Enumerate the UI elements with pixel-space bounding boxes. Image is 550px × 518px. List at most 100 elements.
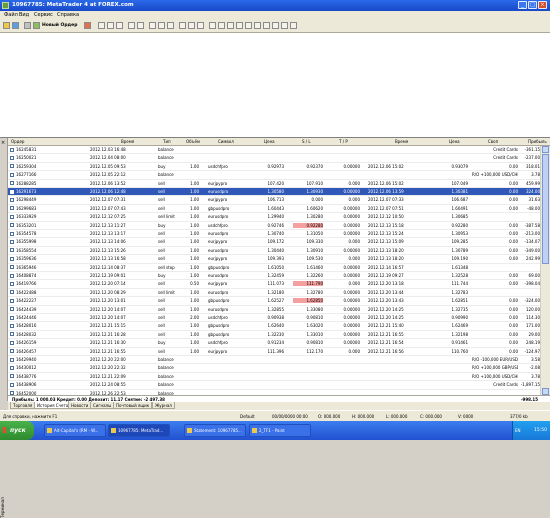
table-row[interactable]: 16359636 2012.12.13 16:58 sell 1.00 eurjpypr… bbox=[8, 255, 540, 264]
arrows-icon[interactable] bbox=[290, 22, 297, 29]
col-open-time[interactable]: Время bbox=[121, 139, 134, 144]
table-row[interactable]: 16354578 2012.12.13 13:17 sell 1.00 eurusdpr… bbox=[8, 230, 540, 239]
col-open-price[interactable]: Цена bbox=[264, 139, 275, 144]
chart-shift-icon[interactable] bbox=[167, 22, 174, 29]
table-row[interactable]: 16277166 2012.12.05 22:12 balance R/O +100,… bbox=[8, 171, 540, 180]
table-row[interactable]: 16355998 2012.12.13 14:06 sell 1.00 eurjpypr… bbox=[8, 238, 540, 247]
fibonacci-icon[interactable] bbox=[263, 22, 270, 29]
table-row[interactable]: 16429940 2012.12.20 22:00 balance R/O -100,… bbox=[8, 356, 540, 365]
scroll-chart-icon[interactable] bbox=[158, 22, 165, 29]
table-row[interactable]: 16353201 2012.12.13 11:27 buy 1.00 usdchfpro… bbox=[8, 222, 540, 230]
scroll-up-icon[interactable] bbox=[542, 146, 549, 153]
table-row[interactable]: 16245831 2012.12.03 16:48 balance Credit Ca… bbox=[8, 146, 540, 155]
cell-profit: 29.00 bbox=[528, 331, 540, 337]
scroll-thumb[interactable] bbox=[542, 154, 549, 264]
col-close-price[interactable]: Цена bbox=[449, 139, 460, 144]
tab-signals[interactable]: Сигналы bbox=[90, 402, 115, 409]
horizontal-line-icon[interactable] bbox=[236, 22, 243, 29]
table-row[interactable]: 16428032 2012.12.21 16:28 sell 1.00 gbpusdpr… bbox=[8, 331, 540, 340]
col-volume[interactable]: Объём bbox=[186, 139, 200, 144]
table-row[interactable]: 16333929 2012.12.12 07:25 sell limit 1.00 eu… bbox=[8, 213, 540, 222]
crosshair-icon[interactable] bbox=[218, 22, 225, 29]
col-symbol[interactable]: Символ bbox=[218, 139, 234, 144]
tab-account-history[interactable]: История Счета bbox=[34, 402, 72, 409]
minimize-icon[interactable]: _ bbox=[518, 1, 527, 9]
vertical-scrollbar[interactable] bbox=[540, 146, 550, 395]
table-row[interactable]: 16250021 2012.12.04 08:00 balance Credit Ca… bbox=[8, 154, 540, 163]
cell-cprice: 1.30789 bbox=[451, 247, 468, 253]
vertical-line-icon[interactable] bbox=[227, 22, 234, 29]
zoom-out-icon[interactable] bbox=[137, 22, 144, 29]
templates-icon[interactable] bbox=[197, 22, 204, 29]
table-row[interactable]: 16422488 2012.12.20 08:29 sell limit 1.00 eu… bbox=[8, 289, 540, 298]
table-row[interactable]: 16288285 2012.12.06 13:52 sell 1.00 eurjpypr… bbox=[8, 180, 540, 188]
col-swap[interactable]: Своп bbox=[488, 139, 498, 144]
col-tp[interactable]: T / P bbox=[339, 139, 348, 144]
candle-chart-icon[interactable] bbox=[107, 22, 114, 29]
col-sl[interactable]: S / L bbox=[302, 139, 311, 144]
table-row[interactable]: 16299683 2012.12.07 07:43 sell 1.00 gbpusdpr… bbox=[8, 205, 540, 214]
tab-mailbox[interactable]: Почтовый ящик bbox=[113, 402, 153, 409]
task-button-statement[interactable]: Statement: 10967785... bbox=[184, 424, 246, 437]
new-order-button[interactable]: Новый Ордер bbox=[42, 23, 77, 28]
table-row[interactable]: 16298449 2012.12.07 07:31 sell 1.00 eurjpypr… bbox=[8, 196, 540, 205]
task-button-rm[interactable]: Alt-Capital's (RM - W... bbox=[44, 424, 106, 437]
chart-workspace[interactable] bbox=[0, 33, 550, 138]
table-row[interactable]: 16424439 2012.12.20 14:07 sell 1.00 eurusdpr… bbox=[8, 306, 540, 314]
task-button-paint[interactable]: 2_TF1 - Paint bbox=[249, 424, 311, 437]
language-indicator[interactable]: EN bbox=[515, 428, 521, 433]
table-row[interactable]: 16408874 2012.12.19 09:01 buy 1.00 eurusdpro… bbox=[8, 272, 540, 281]
col-type[interactable]: Тип bbox=[163, 139, 171, 144]
profiles-icon[interactable] bbox=[12, 22, 19, 29]
table-row[interactable]: 16424446 2012.12.20 14:07 sell 2.00 usdchfpr… bbox=[8, 314, 540, 323]
maximize-icon[interactable]: □ bbox=[528, 1, 537, 9]
new-chart-icon[interactable] bbox=[3, 22, 10, 29]
cell-sl: 1.32780 bbox=[306, 289, 323, 295]
table-row[interactable]: 16259304 2012.12.05 09:53 buy 1.00 usdchfpro… bbox=[8, 163, 540, 172]
table-row[interactable]: 16365946 2012.12.14 08:37 sell stop 1.00 gbp… bbox=[8, 264, 540, 272]
col-profit[interactable]: Прибыль bbox=[528, 139, 547, 144]
indicators-icon[interactable] bbox=[179, 22, 186, 29]
table-row[interactable]: 16430012 2012.12.20 22:32 balance R/O +100,… bbox=[8, 364, 540, 373]
table-row[interactable]: 16438906 2012.12.24 08:55 balance Credit Ca… bbox=[8, 381, 540, 390]
close-terminal-icon[interactable]: × bbox=[1, 140, 5, 146]
table-row[interactable]: 16426159 2012.12.21 16:30 buy 1.00 usdchfpro… bbox=[8, 339, 540, 348]
start-button[interactable]: пуск bbox=[0, 421, 34, 440]
tab-journal[interactable]: Журнал bbox=[152, 402, 175, 409]
zoom-in-icon[interactable] bbox=[128, 22, 135, 29]
table-row[interactable]: 16428016 2012.12.21 15:15 sell 1.00 gbpusdpr… bbox=[8, 322, 540, 331]
table-row[interactable]: 16438776 2012.12.21 22:09 balance R/O +100,… bbox=[8, 373, 540, 382]
cell-tp: 0.000 bbox=[348, 256, 360, 262]
menu-help[interactable]: Справка bbox=[57, 12, 79, 18]
cursor-icon[interactable] bbox=[209, 22, 216, 29]
table-row[interactable]: 16419766 2012.12.20 07:14 sell 0.50 eurjpypr… bbox=[8, 280, 540, 289]
market-watch-icon[interactable] bbox=[24, 22, 31, 29]
task-button-metatrader[interactable]: 10967785: MetaTrad... bbox=[108, 424, 170, 437]
menu-file[interactable]: Файл bbox=[4, 12, 18, 18]
text-tool-icon[interactable] bbox=[272, 22, 279, 29]
col-close-time[interactable]: Время bbox=[395, 139, 408, 144]
label-tool-icon[interactable] bbox=[281, 22, 288, 29]
table-row[interactable]: 16422227 2012.12.20 13:01 sell 1.00 gbpusdpr… bbox=[8, 297, 540, 306]
cell-ctime: 2012.12.07 07:33 bbox=[368, 197, 404, 203]
scroll-down-icon[interactable] bbox=[542, 388, 549, 395]
cell-order: 16438906 bbox=[16, 382, 37, 388]
bar-chart-icon[interactable] bbox=[98, 22, 105, 29]
channel-icon[interactable] bbox=[254, 22, 261, 29]
autotrading-icon[interactable] bbox=[84, 22, 91, 29]
col-order[interactable]: Ордер bbox=[11, 139, 24, 144]
cell-order: 16430012 bbox=[16, 365, 37, 371]
periods-icon[interactable] bbox=[188, 22, 195, 29]
line-chart-icon[interactable] bbox=[116, 22, 123, 29]
table-row[interactable]: 16358554 2012.12.13 15:26 sell 1.00 eurusdpr… bbox=[8, 247, 540, 256]
menu-view[interactable]: Вид bbox=[19, 12, 29, 18]
close-icon[interactable]: × bbox=[538, 1, 547, 9]
menu-service[interactable]: Сервис bbox=[34, 12, 53, 18]
new-order-icon[interactable] bbox=[33, 22, 40, 29]
trendline-icon[interactable] bbox=[245, 22, 252, 29]
table-row[interactable]: 16291673 2012.12.06 12:48 sell 1.00 eurusdpr… bbox=[8, 188, 540, 197]
tile-windows-icon[interactable] bbox=[149, 22, 156, 29]
table-row[interactable]: 16426457 2012.12.21 16:55 sell 1.00 eurjpypr… bbox=[8, 348, 540, 356]
tab-trade[interactable]: Торговля bbox=[10, 402, 36, 409]
tab-news[interactable]: Новости bbox=[68, 402, 92, 409]
